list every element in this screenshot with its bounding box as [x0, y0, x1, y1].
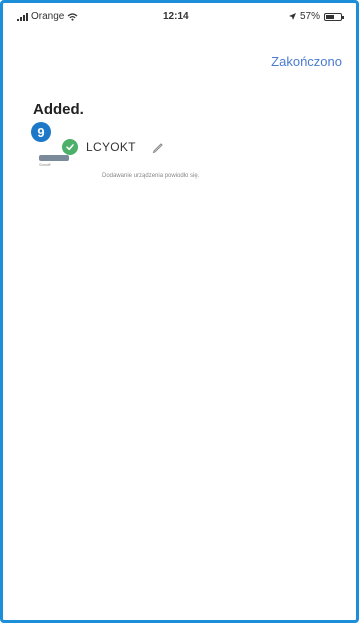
- device-thumbnail-label: Sonoff: [39, 162, 51, 167]
- device-list-item: Sonoff LCYOKT Dodawanie urządzenia powio…: [39, 135, 339, 195]
- carrier-name: Orange: [31, 11, 65, 22]
- pencil-icon[interactable]: [151, 140, 165, 154]
- signal-icon: [17, 12, 28, 21]
- section-title: Added.: [33, 101, 84, 118]
- device-thumbnail: [39, 155, 69, 161]
- battery-percent: 57%: [299, 11, 320, 22]
- device-name: LCYOKT: [86, 140, 136, 154]
- battery-fill: [326, 14, 334, 19]
- status-bar: Orange 12:14 57%: [3, 3, 356, 27]
- checkmark-icon: [62, 139, 78, 155]
- status-right-group: 57%: [288, 11, 344, 22]
- battery-icon: [324, 12, 344, 21]
- done-button[interactable]: Zakończono: [271, 54, 342, 69]
- location-arrow-icon: [288, 13, 296, 20]
- wifi-icon: [67, 12, 78, 21]
- carrier-group: Orange: [17, 11, 78, 22]
- clock: 12:14: [163, 11, 189, 22]
- app-screen: Orange 12:14 57% Zakończono Added. 9 Son…: [0, 0, 359, 623]
- device-status-text: Dodawanie urządzenia powiodło się.: [102, 173, 200, 179]
